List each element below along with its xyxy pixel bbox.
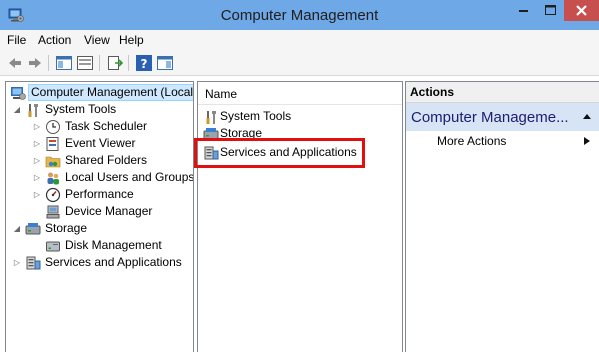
- column-header-name[interactable]: Name: [198, 82, 402, 105]
- tree-item-label: Device Manager: [65, 204, 153, 218]
- collapsed-chevron-icon[interactable]: ▷: [32, 152, 42, 169]
- tree-item-performance[interactable]: ▷ Performance: [32, 186, 192, 203]
- results-list[interactable]: Name System Tools Storage Services and A…: [197, 81, 403, 352]
- disk-icon: [46, 241, 60, 252]
- menu-bar: File Action View Help: [0, 30, 599, 50]
- users-icon: [47, 172, 59, 185]
- collapsed-chevron-icon[interactable]: ▷: [32, 135, 42, 152]
- performance-icon: [45, 187, 61, 203]
- tools-icon: [28, 104, 38, 117]
- list-item-system-tools[interactable]: System Tools: [203, 108, 393, 125]
- show-hide-action-pane-icon[interactable]: [156, 54, 174, 72]
- collapsed-chevron-icon[interactable]: ▷: [32, 186, 42, 203]
- services-icon: [26, 256, 41, 270]
- tree-item-label: System Tools: [45, 102, 117, 116]
- toolbar: ?: [0, 50, 599, 76]
- tree-item-label: Storage: [45, 221, 88, 235]
- expanded-chevron-icon[interactable]: ◢: [12, 101, 22, 118]
- tree-item-device-manager[interactable]: Device Manager: [32, 203, 192, 220]
- tree-item-label: Local Users and Groups: [65, 170, 194, 184]
- close-icon: [576, 5, 587, 16]
- back-icon[interactable]: [6, 54, 24, 72]
- actions-header: Actions: [406, 82, 599, 103]
- svg-text:?: ?: [141, 57, 148, 71]
- tree-item-system-tools[interactable]: ◢ System Tools: [12, 101, 192, 118]
- close-button[interactable]: [564, 0, 599, 21]
- tree-item-task-scheduler[interactable]: ▷ Task Scheduler: [32, 118, 192, 135]
- more-actions-item[interactable]: More Actions: [406, 132, 599, 150]
- menu-action[interactable]: Action: [38, 33, 71, 47]
- storage-icon: [25, 223, 41, 235]
- help-icon[interactable]: ?: [135, 54, 153, 72]
- show-hide-console-tree-icon-alt[interactable]: [76, 54, 94, 72]
- computer-management-icon: [11, 87, 26, 100]
- actions-section-computer-management[interactable]: Computer Manageme...: [406, 103, 599, 131]
- title-bar[interactable]: Computer Management: [0, 0, 599, 30]
- tree-item-services-and-applications[interactable]: ▷ Services and Applications: [12, 254, 192, 271]
- toolbar-separator: [99, 55, 100, 71]
- collapsed-chevron-icon[interactable]: ▷: [12, 254, 22, 271]
- tree-item-storage[interactable]: ◢ Storage: [12, 220, 192, 237]
- menu-view[interactable]: View: [84, 33, 110, 47]
- event-viewer-icon: [46, 137, 59, 151]
- actions-section-title: Computer Manageme...: [411, 109, 569, 126]
- tree-item-label: Services and Applications: [45, 255, 182, 269]
- tree-item-label: Performance: [65, 187, 134, 201]
- expanded-chevron-icon[interactable]: ◢: [12, 220, 22, 237]
- tree-item-local-users-and-groups[interactable]: ▷ Local Users and Groups: [32, 169, 194, 186]
- maximize-icon: [545, 5, 556, 15]
- tree-item-label: Event Viewer: [65, 136, 136, 150]
- collapsed-chevron-icon[interactable]: ▷: [32, 118, 42, 135]
- tree-item-shared-folders[interactable]: ▷ Shared Folders: [32, 152, 192, 169]
- tree-item-label: Computer Management (Local: [28, 84, 193, 101]
- device-manager-icon: [46, 205, 60, 219]
- clock-icon: [46, 120, 60, 134]
- tree-item-computer-management[interactable]: Computer Management (Local: [8, 84, 193, 101]
- minimize-button[interactable]: [510, 0, 537, 21]
- more-actions-label: More Actions: [437, 134, 507, 148]
- show-hide-console-tree-icon[interactable]: [55, 54, 73, 72]
- tree-item-event-viewer[interactable]: ▷ Event Viewer: [32, 135, 192, 152]
- column-header-label: Name: [205, 87, 238, 101]
- toolbar-separator: [48, 55, 49, 71]
- minimize-icon: [519, 10, 528, 12]
- highlight-annotation: [194, 138, 365, 168]
- tree-item-label: Disk Management: [65, 238, 162, 252]
- shared-folder-icon: [45, 156, 61, 168]
- actions-header-label: Actions: [410, 85, 455, 99]
- forward-icon[interactable]: [26, 54, 44, 72]
- toolbar-separator: [128, 55, 129, 71]
- tools-icon: [206, 111, 216, 124]
- collapse-arrow-icon[interactable]: [581, 110, 593, 122]
- collapsed-chevron-icon[interactable]: ▷: [32, 169, 42, 186]
- tree-item-label: Shared Folders: [65, 153, 148, 167]
- tree-item-label: Task Scheduler: [65, 119, 148, 133]
- menu-help[interactable]: Help: [119, 33, 144, 47]
- list-item-label: System Tools: [220, 109, 292, 123]
- console-tree[interactable]: Computer Management (Local ◢ System Tool…: [5, 81, 194, 352]
- submenu-arrow-icon: [584, 137, 590, 145]
- menu-file[interactable]: File: [7, 33, 26, 47]
- export-list-icon[interactable]: [106, 54, 124, 72]
- tree-item-disk-management[interactable]: Disk Management: [32, 237, 192, 254]
- maximize-button[interactable]: [537, 0, 564, 21]
- actions-pane: Actions Computer Manageme... More Action…: [405, 81, 599, 352]
- computer-management-window: Computer Management File Action View Hel…: [0, 0, 599, 352]
